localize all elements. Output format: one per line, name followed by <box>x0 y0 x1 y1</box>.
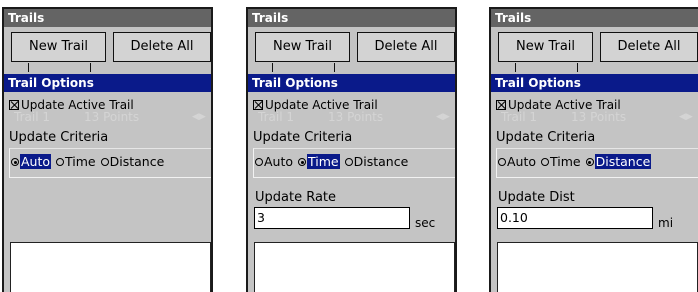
radio-button-icon[interactable] <box>100 158 109 166</box>
radio-auto[interactable]: Auto <box>498 154 536 170</box>
radio-button-icon[interactable] <box>344 158 353 166</box>
delete-all-button[interactable]: Delete All <box>600 32 698 62</box>
right-arrow-icon: ◀▶ <box>192 112 206 122</box>
new-trail-button[interactable]: New Trail <box>11 32 106 62</box>
radio-label: Distance <box>109 154 165 169</box>
update-rate-label: Update Rate <box>255 190 337 205</box>
panel-title: Trail Options <box>4 74 211 92</box>
trails-screen-auto: Trails New Trail Delete All Trail Option… <box>2 7 213 292</box>
tab-edge <box>272 63 335 72</box>
radio-distance[interactable]: Distance <box>344 154 409 170</box>
trails-screen-time: Trails New Trail Delete All Trail Option… <box>246 7 457 292</box>
update-dist-label: Update Dist <box>498 190 575 205</box>
radio-button-icon[interactable] <box>11 158 19 166</box>
radio-label: Auto <box>507 154 537 169</box>
update-dist-input[interactable]: 0.10 <box>497 207 653 229</box>
trail-list[interactable] <box>10 242 211 292</box>
radio-distance[interactable]: Distance <box>585 154 652 170</box>
radio-button-icon[interactable] <box>56 158 65 166</box>
right-arrow-icon: ◀▶ <box>679 112 693 122</box>
update-active-trail-checkbox[interactable]: Update Active Trail <box>9 97 134 113</box>
group-label: Update Criteria <box>8 130 110 145</box>
delete-all-button[interactable]: Delete All <box>113 32 211 62</box>
radio-button-icon[interactable] <box>498 158 506 166</box>
radio-label: Distance <box>353 154 409 169</box>
trail-list[interactable] <box>497 242 698 292</box>
radio-label: Auto <box>264 154 294 169</box>
trails-screen-distance: Trails New Trail Delete All Trail Option… <box>489 7 698 292</box>
panel-title: Trail Options <box>248 74 455 92</box>
delete-all-button[interactable]: Delete All <box>357 32 455 62</box>
radio-label: Time <box>65 154 96 169</box>
window-title: Trails <box>491 9 698 27</box>
radio-button-icon[interactable] <box>255 158 263 166</box>
tab-edge <box>515 63 578 72</box>
radio-time[interactable]: Time <box>298 154 340 170</box>
update-rate-input[interactable]: 3 <box>254 207 410 229</box>
checkbox-checked-icon[interactable] <box>496 100 506 110</box>
window-title: Trails <box>4 9 211 27</box>
radio-label: Auto <box>20 154 52 169</box>
right-arrow-icon: ◀▶ <box>436 112 450 122</box>
radio-time[interactable]: Time <box>56 154 96 170</box>
checkbox-label: Update Active Trail <box>508 98 621 112</box>
radio-button-icon[interactable] <box>541 158 550 166</box>
update-criteria-radios: Auto Time Distance <box>11 154 169 170</box>
trail-list[interactable] <box>254 242 455 292</box>
radio-auto[interactable]: Auto <box>11 154 52 170</box>
update-active-trail-checkbox[interactable]: Update Active Trail <box>496 97 621 113</box>
panel-title: Trail Options <box>491 74 698 92</box>
new-trail-button[interactable]: New Trail <box>498 32 593 62</box>
update-criteria-radios: Auto Time Distance <box>255 154 413 170</box>
update-criteria-radios: Auto Time Distance <box>498 154 656 170</box>
checkbox-checked-icon[interactable] <box>9 100 19 110</box>
checkbox-label: Update Active Trail <box>265 98 378 112</box>
radio-label: Time <box>550 154 581 169</box>
checkbox-label: Update Active Trail <box>21 98 134 112</box>
group-label: Update Criteria <box>252 130 354 145</box>
radio-button-icon[interactable] <box>298 158 307 166</box>
update-active-trail-checkbox[interactable]: Update Active Trail <box>253 97 378 113</box>
update-rate-unit: sec <box>415 216 436 230</box>
checkbox-checked-icon[interactable] <box>253 100 263 110</box>
tab-edge <box>28 63 91 72</box>
update-dist-unit: mi <box>658 216 674 230</box>
radio-auto[interactable]: Auto <box>255 154 293 170</box>
radio-label: Time <box>307 154 340 169</box>
radio-time[interactable]: Time <box>541 154 581 170</box>
new-trail-button[interactable]: New Trail <box>255 32 350 62</box>
window-title: Trails <box>248 9 455 27</box>
radio-button-icon[interactable] <box>585 158 594 166</box>
group-label: Update Criteria <box>495 130 597 145</box>
radio-label: Distance <box>594 154 652 169</box>
radio-distance[interactable]: Distance <box>100 154 165 170</box>
